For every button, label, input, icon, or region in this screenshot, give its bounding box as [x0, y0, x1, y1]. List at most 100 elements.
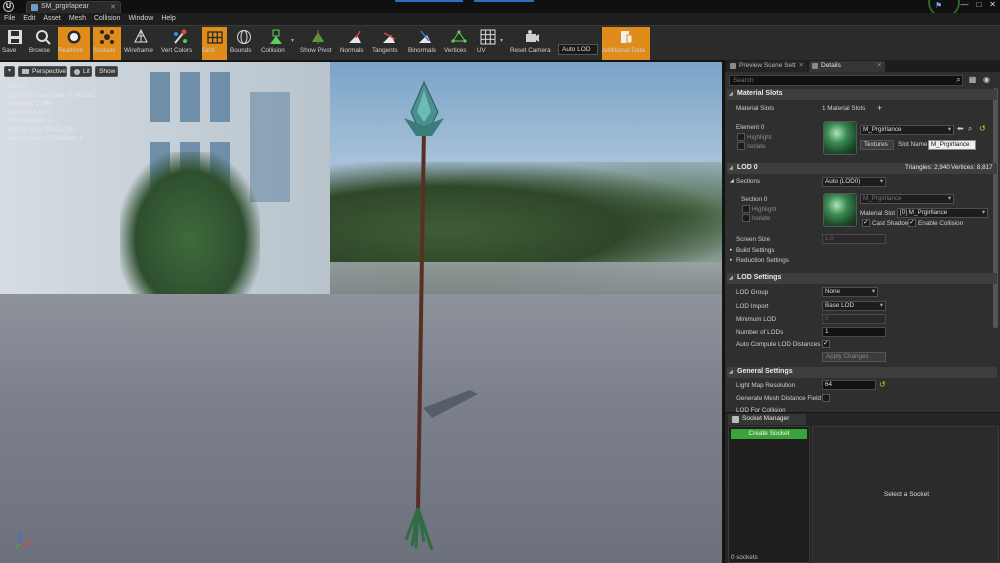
- section-highlight-checkbox[interactable]: [742, 205, 750, 213]
- minimum-lod-field[interactable]: 0: [822, 314, 886, 324]
- number-of-lods-field[interactable]: 1: [822, 327, 886, 337]
- tab-preview-scene-settings[interactable]: Preview Scene Sett ✕: [727, 61, 807, 72]
- tab-socket-manager[interactable]: Socket Manager: [728, 414, 806, 425]
- mesh-preview-viewport[interactable]: ▾ Perspective Lit Show LOD: 0 Current Sc…: [0, 62, 722, 563]
- isolate-checkbox[interactable]: [737, 142, 745, 150]
- build-settings-label[interactable]: Build Settings: [736, 247, 775, 254]
- vert-colors-button[interactable]: Vert Colors: [161, 27, 199, 60]
- menu-asset[interactable]: Asset: [43, 13, 67, 25]
- lod0-vertices: Vertices: 8,817: [951, 164, 993, 171]
- textures-dropdown[interactable]: Textures: [860, 140, 894, 150]
- grid-label: Grid: [202, 47, 214, 54]
- reduction-settings-expand-icon[interactable]: ▸: [730, 257, 733, 263]
- enable-collision-checkbox[interactable]: [908, 218, 916, 227]
- menu-edit[interactable]: Edit: [23, 13, 41, 25]
- tangents-button[interactable]: Tangents: [372, 27, 405, 60]
- uv-button[interactable]: UV: [477, 27, 499, 60]
- reset-camera-button[interactable]: Reset Camera: [510, 27, 554, 60]
- browse-button[interactable]: Browse: [29, 27, 56, 60]
- collision-button[interactable]: Collision: [261, 27, 291, 60]
- create-socket-button[interactable]: Create Socket: [731, 429, 807, 439]
- close-window-button[interactable]: ✕: [989, 0, 996, 10]
- build-settings-expand-icon[interactable]: ▸: [730, 247, 733, 253]
- perspective-label: Perspective: [32, 68, 66, 75]
- sockets-button[interactable]: Sockets: [93, 27, 121, 60]
- cast-shadow-checkbox[interactable]: [862, 218, 870, 227]
- highlight-checkbox[interactable]: [737, 133, 745, 141]
- bounds-button[interactable]: Bounds: [230, 27, 258, 60]
- menu-help[interactable]: Help: [161, 13, 181, 25]
- minimize-button[interactable]: —: [960, 0, 968, 10]
- socket-list[interactable]: Create Socket 0 sockets: [728, 426, 810, 563]
- reset-lightmap-icon[interactable]: ↺: [879, 380, 886, 389]
- show-pivot-button[interactable]: Show Pivot: [300, 27, 336, 60]
- viewport-options-button[interactable]: ▾: [4, 66, 15, 77]
- cast-shadow-label: Cast Shadow: [872, 220, 910, 227]
- save-button[interactable]: Save: [2, 27, 28, 60]
- grid-icon: [206, 31, 223, 44]
- unreal-logo-icon[interactable]: U: [3, 1, 14, 12]
- maximize-button[interactable]: □: [976, 0, 981, 10]
- sections-select[interactable]: Auto (LOD0): [822, 177, 886, 187]
- browse-asset-icon[interactable]: ⌕: [968, 124, 972, 134]
- section-material-thumbnail[interactable]: [823, 193, 857, 227]
- slot-name-field[interactable]: M_Prgirllance: [928, 140, 976, 150]
- lod-group-select[interactable]: None: [822, 287, 878, 297]
- close-tab-icon[interactable]: ✕: [877, 61, 882, 71]
- reduction-settings-label[interactable]: Reduction Settings: [736, 257, 789, 264]
- close-tab-icon[interactable]: ✕: [110, 3, 116, 11]
- menu-window[interactable]: Window: [128, 13, 159, 25]
- lod-import-select[interactable]: Base LOD: [822, 301, 886, 311]
- tangents-icon: [382, 32, 395, 43]
- light-map-resolution-field[interactable]: 64: [822, 380, 876, 390]
- auto-compute-lod-checkbox[interactable]: [822, 339, 830, 348]
- grid-button[interactable]: Grid: [202, 27, 227, 60]
- socket-count: 0 sockets: [731, 554, 758, 561]
- general-settings-header[interactable]: General Settings: [727, 367, 997, 378]
- sections-expand-icon[interactable]: ◢: [730, 178, 734, 184]
- menu-collision[interactable]: Collision: [94, 13, 126, 25]
- uv-dropdown-icon[interactable]: ▾: [500, 37, 503, 44]
- vertices-button[interactable]: Vertices: [444, 27, 474, 60]
- screen-size-field[interactable]: 1.0: [822, 234, 886, 244]
- lod0-header[interactable]: LOD 0 Triangles: 2,940 Vertices: 8,817: [727, 163, 997, 174]
- asset-tab[interactable]: SM_prgirlapear ✕: [26, 1, 121, 13]
- section-isolate-checkbox[interactable]: [742, 214, 750, 222]
- collision-dropdown-icon[interactable]: ▾: [291, 37, 294, 44]
- material-slots-header[interactable]: Material Slots: [727, 89, 997, 100]
- normals-button[interactable]: Normals: [340, 27, 370, 60]
- property-matrix-icon[interactable]: ▦: [967, 75, 978, 86]
- notification-icon[interactable]: ⚑: [935, 1, 944, 10]
- menu-file[interactable]: File: [4, 13, 21, 25]
- material-thumbnail[interactable]: [823, 121, 857, 155]
- lod-select[interactable]: Auto LOD: [558, 44, 598, 55]
- use-selected-icon[interactable]: ⬅: [957, 124, 964, 133]
- tab-details[interactable]: Details ✕: [809, 61, 885, 72]
- lit-button[interactable]: Lit: [70, 66, 92, 77]
- details-search-input[interactable]: Search: [729, 75, 963, 86]
- section-material-select[interactable]: M_Prgirllance: [860, 194, 954, 204]
- generate-distance-field-checkbox[interactable]: [822, 394, 830, 402]
- details-scrollbar[interactable]: [993, 88, 998, 328]
- socket-manager-icon: [732, 416, 739, 423]
- realtime-icon: [67, 30, 81, 44]
- menu-mesh[interactable]: Mesh: [69, 13, 92, 25]
- reset-icon[interactable]: ↺: [979, 124, 986, 133]
- panel-tabs: Preview Scene Sett ✕ Details ✕: [725, 60, 1000, 72]
- apply-changes-button[interactable]: Apply Changes: [822, 352, 886, 362]
- additional-data-button[interactable]: Additional Data: [602, 27, 650, 60]
- show-pivot-label: Show Pivot: [300, 47, 332, 54]
- eye-icon[interactable]: ◉: [981, 75, 992, 86]
- lod-settings-header[interactable]: LOD Settings: [727, 273, 997, 284]
- wireframe-button[interactable]: Wireframe: [124, 27, 158, 60]
- add-slot-icon[interactable]: +: [877, 103, 882, 113]
- close-tab-icon[interactable]: ✕: [799, 61, 804, 71]
- binormals-icon: [418, 30, 431, 43]
- binormals-button[interactable]: Binormals: [408, 27, 441, 60]
- show-button[interactable]: Show: [95, 66, 118, 77]
- realtime-button[interactable]: Realtime: [58, 27, 90, 60]
- socket-manager-panel: Socket Manager Create Socket 0 sockets S…: [724, 413, 1000, 563]
- material-select[interactable]: M_Prgirllance: [860, 125, 954, 135]
- material-slot-select[interactable]: [0] M_Prgirllance: [897, 208, 988, 218]
- perspective-button[interactable]: Perspective: [18, 66, 67, 77]
